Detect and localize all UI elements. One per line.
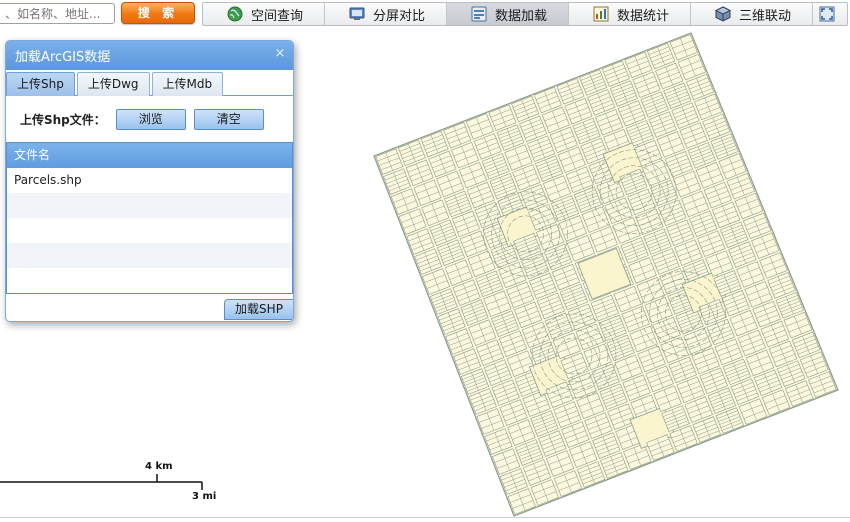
scale-metric-label: 4 km [145,461,173,472]
parcel-layer[interactable] [373,32,839,517]
arcgis-load-panel: 加载ArcGIS数据 × 上传Shp 上传Dwg 上传Mdb 上传Shp文件： … [5,40,294,322]
browse-button[interactable]: 浏览 [115,108,186,130]
panel-header[interactable]: 加载ArcGIS数据 × [6,41,293,70]
function-toolbar: 空间查询 分屏对比 数据加载 数据统计 三维联动 [202,2,848,26]
spatial-query-button[interactable]: 空间查询 [203,3,325,25]
file-row[interactable] [7,193,292,218]
scale-bar-lines [0,474,203,490]
data-load-label: 数据加载 [495,8,548,24]
split-compare-button[interactable]: 分屏对比 [325,3,447,25]
scale-imperial-label: 3 mi [192,491,217,502]
3d-link-label: 三维联动 [739,8,792,24]
top-toolbar: 搜 索 空间查询 分屏对比 [0,0,850,28]
search-input[interactable] [0,3,115,24]
globe-icon [227,6,243,22]
statistics-icon [593,6,609,22]
file-row[interactable]: Parcels.shp [7,168,292,193]
panel-title: 加载ArcGIS数据 [15,50,111,65]
split-compare-label: 分屏对比 [373,8,426,24]
cube-icon [715,6,731,22]
close-icon[interactable]: × [273,47,287,61]
fullscreen-button[interactable] [813,3,847,25]
tab-upload-mdb[interactable]: 上传Mdb [151,72,224,96]
file-row[interactable] [7,243,292,268]
clear-button[interactable]: 清空 [193,108,264,130]
data-load-icon [471,6,487,22]
tab-upload-shp[interactable]: 上传Shp [6,72,75,96]
scale-bar: 4 km 3 mi [0,456,220,506]
panel-footer: 加载SHP [6,294,293,320]
bottom-divider [0,517,850,518]
search-button[interactable]: 搜 索 [121,2,195,24]
spatial-query-label: 空间查询 [251,8,304,24]
file-name-column-header: 文件名 [7,143,292,168]
load-shp-button[interactable]: 加载SHP [224,299,293,320]
monitor-icon [349,7,365,20]
upload-row: 上传Shp文件： 浏览 清空 [6,96,293,142]
upload-tabs: 上传Shp 上传Dwg 上传Mdb [6,70,293,96]
data-statistics-button[interactable]: 数据统计 [569,3,691,25]
fullscreen-icon [819,6,835,22]
file-row[interactable] [7,268,292,293]
app-window: 搜 索 空间查询 分屏对比 [0,0,850,522]
data-statistics-label: 数据统计 [617,8,670,24]
data-load-button[interactable]: 数据加载 [447,3,569,25]
file-table: 文件名 Parcels.shp [6,142,293,294]
file-row[interactable] [7,218,292,243]
tab-upload-dwg[interactable]: 上传Dwg [76,72,150,96]
upload-shp-label: 上传Shp文件： [20,112,106,127]
3d-link-button[interactable]: 三维联动 [691,3,813,25]
